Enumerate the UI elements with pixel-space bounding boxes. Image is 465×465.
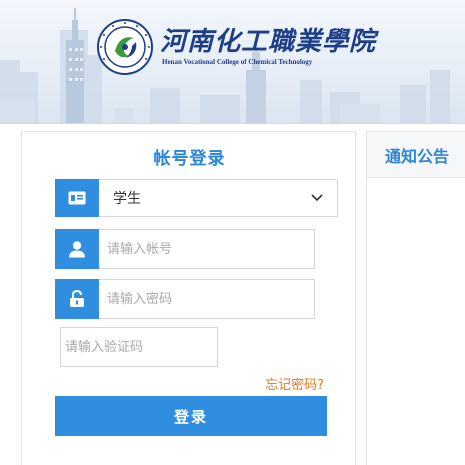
account-row (55, 229, 315, 269)
chevron-down-icon (311, 190, 323, 206)
school-name-english: Henan Vocational College of Chemical Tec… (162, 58, 313, 66)
captcha-field[interactable] (60, 327, 218, 367)
role-select[interactable]: 学生 (99, 179, 338, 217)
forgot-password-link[interactable]: 忘记密码? (265, 374, 324, 393)
notice-header[interactable]: 通知公告 (367, 132, 465, 178)
id-card-icon (55, 179, 99, 217)
password-row (55, 279, 315, 319)
notice-title: 通知公告 (385, 146, 450, 166)
password-field[interactable] (99, 279, 315, 319)
login-button[interactable]: 登录 (55, 396, 327, 436)
login-panel: 帐号登录 学生 请输入帐号 请输入验证码 忘记密码? 登录 (21, 131, 356, 465)
account-field[interactable] (99, 229, 315, 269)
lock-icon (55, 279, 99, 319)
login-title: 帐号登录 (153, 149, 226, 169)
role-select-row: 学生 (55, 179, 338, 217)
account-input[interactable] (99, 230, 314, 268)
header-banner: 河南化工職業學院 Henan Vocational College of Che… (0, 0, 465, 124)
user-icon (55, 229, 99, 269)
school-name-chinese: 河南化工職業學院 (160, 27, 377, 57)
role-select-value: 学生 (113, 191, 141, 207)
password-input[interactable] (99, 280, 314, 318)
school-logo: 河南化工職業學院 Henan Vocational College of Che… (96, 17, 396, 77)
captcha-input[interactable] (61, 328, 217, 366)
school-emblem-icon (97, 19, 153, 75)
notice-panel: 通知公告 (366, 131, 465, 465)
